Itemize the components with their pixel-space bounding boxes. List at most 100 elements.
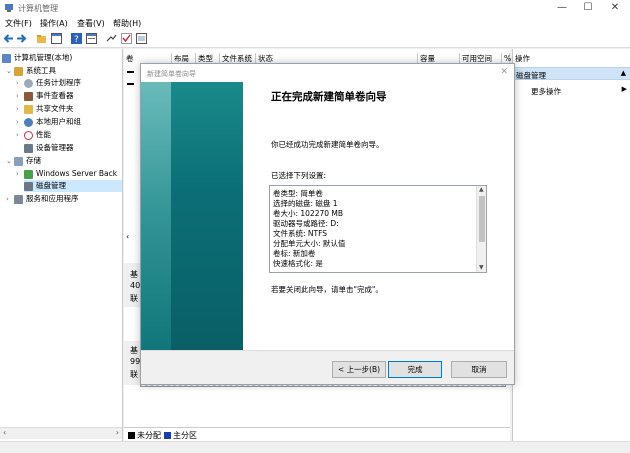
storage-icon — [14, 156, 23, 166]
toolbar: ? — [0, 30, 630, 48]
chevron-right-icon[interactable]: › — [16, 168, 24, 180]
tree-task-scheduler[interactable]: › 任务计划程序 — [16, 77, 81, 89]
actions-section-label: 磁盘管理 — [516, 71, 546, 80]
tree-event-viewer-label: 事件查看器 — [36, 91, 74, 100]
legend-unallocated-swatch — [128, 432, 135, 439]
cancel-button[interactable]: 取消 — [451, 361, 507, 378]
disk0-size: 40 — [130, 281, 141, 290]
help-icon[interactable]: ? — [71, 33, 82, 45]
show-hide-tree-icon[interactable] — [51, 33, 62, 44]
chevron-right-icon[interactable]: › — [16, 77, 24, 89]
scroll-right-icon[interactable]: › — [116, 428, 119, 437]
scroll-left-icon[interactable]: ‹ — [3, 428, 6, 437]
chevron-right-icon[interactable]: › — [16, 129, 24, 141]
scroll-left-icon[interactable]: ‹ — [126, 232, 129, 241]
chevron-down-icon[interactable]: ⌄ — [6, 155, 14, 167]
properties-icon[interactable] — [86, 33, 97, 44]
status-bar — [0, 441, 630, 453]
minimize-button[interactable]: — — [551, 1, 573, 15]
dialog-footer: < 上一步(B) 完成 取消 — [141, 350, 514, 384]
tree-disk-management[interactable]: 磁盘管理 — [24, 180, 122, 192]
tree-performance[interactable]: › 性能 — [16, 129, 51, 141]
tools-icon — [14, 66, 23, 76]
scroll-up-icon[interactable]: ▲ — [479, 186, 484, 193]
up-folder-icon[interactable] — [36, 33, 47, 44]
check-icon[interactable] — [121, 33, 132, 44]
computer-icon — [2, 53, 11, 63]
tree-root[interactable]: 计算机管理(本地) — [2, 52, 72, 64]
disk1-label-area[interactable]: 基 99 联 — [124, 341, 140, 385]
tree-system-tools[interactable]: ⌄ 系统工具 — [6, 65, 56, 77]
maximize-button[interactable]: ☐ — [577, 1, 599, 15]
settings-summary-list[interactable]: 卷类型: 简单卷 选择的磁盘: 磁盘 1 卷大小: 102270 MB 驱动器号… — [269, 185, 487, 273]
tree-disk-management-label: 磁盘管理 — [36, 181, 66, 190]
tree-local-users[interactable]: › 本地用户和组 — [16, 116, 81, 128]
device-manager-icon — [24, 143, 33, 153]
tree-windows-server-backup[interactable]: › Windows Server Back — [16, 168, 117, 180]
menu-action[interactable]: 操作(A) — [40, 18, 68, 29]
menu-view[interactable]: 查看(V) — [77, 18, 105, 29]
new-simple-volume-wizard: 新建简单卷向导 ✕ 正在完成新建简单卷向导 你已经成功完成新建简单卷向导。 已选… — [140, 63, 515, 385]
back-button[interactable]: < 上一步(B) — [332, 361, 386, 378]
actions-header: 操作 — [515, 54, 530, 63]
view-icon[interactable] — [136, 33, 147, 44]
tree-services-apps[interactable]: › 服务和应用程序 — [6, 193, 79, 205]
disk0-status: 联 — [130, 294, 138, 303]
tree-device-manager-label: 设备管理器 — [36, 143, 74, 152]
menu-help[interactable]: 帮助(H) — [113, 18, 141, 29]
tree-event-viewer[interactable]: › 事件查看器 — [16, 90, 74, 102]
legend-bar: 未分配 主分区 — [124, 427, 510, 441]
close-hint: 若要关闭此向导，请单击"完成"。 — [271, 285, 383, 294]
forward-icon[interactable] — [16, 33, 27, 44]
chevron-down-icon[interactable]: ⌄ — [6, 65, 14, 77]
legend-primary: 主分区 — [164, 430, 197, 441]
performance-icon — [24, 130, 33, 140]
chevron-right-icon[interactable]: › — [16, 116, 24, 128]
back-icon[interactable] — [3, 33, 14, 44]
tree-system-tools-label: 系统工具 — [26, 66, 56, 75]
wizard-banner-image — [141, 82, 243, 350]
tree-shared-folders[interactable]: › 共享文件夹 — [16, 103, 74, 115]
actions-more[interactable]: 更多操作 ▶ — [531, 85, 627, 97]
chevron-right-icon[interactable]: › — [16, 90, 24, 102]
connect-icon[interactable] — [106, 33, 117, 44]
dialog-title: 新建简单卷向导 — [147, 70, 196, 78]
wizard-intro: 你已经成功完成新建简单卷向导。 — [271, 140, 384, 149]
tree-hscrollbar[interactable]: ‹ › — [0, 427, 122, 439]
chevron-right-icon[interactable]: › — [6, 193, 14, 205]
tree-storage[interactable]: ⌄ 存储 — [6, 155, 41, 167]
settings-list-scrollbar[interactable]: ▲ ▼ — [476, 186, 486, 272]
chevron-right-icon[interactable]: › — [16, 103, 24, 115]
legend-unallocated: 未分配 — [128, 430, 161, 441]
scroll-thumb[interactable] — [479, 196, 485, 242]
chevron-right-icon[interactable]: ▶ — [622, 85, 627, 93]
tree-root-label: 计算机管理(本地) — [14, 53, 73, 62]
actions-pane: 操作 磁盘管理 ▲ 更多操作 ▶ — [512, 49, 630, 441]
users-icon — [24, 117, 33, 127]
disk0-label-area[interactable]: 基 40 联 — [124, 263, 140, 307]
tree-windows-server-backup-label: Windows Server Back — [36, 169, 118, 178]
volume-row-marker — [127, 83, 134, 85]
title-bar: 计算机管理 — ☐ ✕ — [0, 0, 630, 16]
disk0-label: 基 — [130, 270, 138, 279]
clock-icon — [24, 78, 33, 88]
legend-primary-swatch — [164, 432, 171, 439]
finish-button[interactable]: 完成 — [388, 361, 442, 378]
setting-quick-format: 快速格式化: 是 — [273, 259, 323, 268]
actions-more-label: 更多操作 — [531, 87, 561, 96]
disk1-label: 基 — [130, 346, 138, 355]
tree-task-scheduler-label: 任务计划程序 — [36, 78, 81, 87]
legend-primary-label: 主分区 — [173, 431, 197, 440]
computer-management-icon — [4, 3, 14, 13]
collapse-up-icon[interactable]: ▲ — [621, 69, 626, 77]
menu-bar: 文件(F) 操作(A) 查看(V) 帮助(H) — [0, 16, 630, 30]
window-title: 计算机管理 — [18, 4, 58, 13]
tree-device-manager[interactable]: 设备管理器 — [24, 142, 74, 154]
tree-performance-label: 性能 — [36, 130, 51, 139]
actions-section-disk-management[interactable]: 磁盘管理 ▲ — [513, 67, 630, 80]
dialog-close-icon[interactable]: ✕ — [500, 67, 508, 77]
scroll-down-icon[interactable]: ▼ — [479, 264, 484, 271]
close-button[interactable]: ✕ — [604, 1, 626, 15]
backup-icon — [24, 169, 33, 179]
menu-file[interactable]: 文件(F) — [5, 18, 32, 29]
